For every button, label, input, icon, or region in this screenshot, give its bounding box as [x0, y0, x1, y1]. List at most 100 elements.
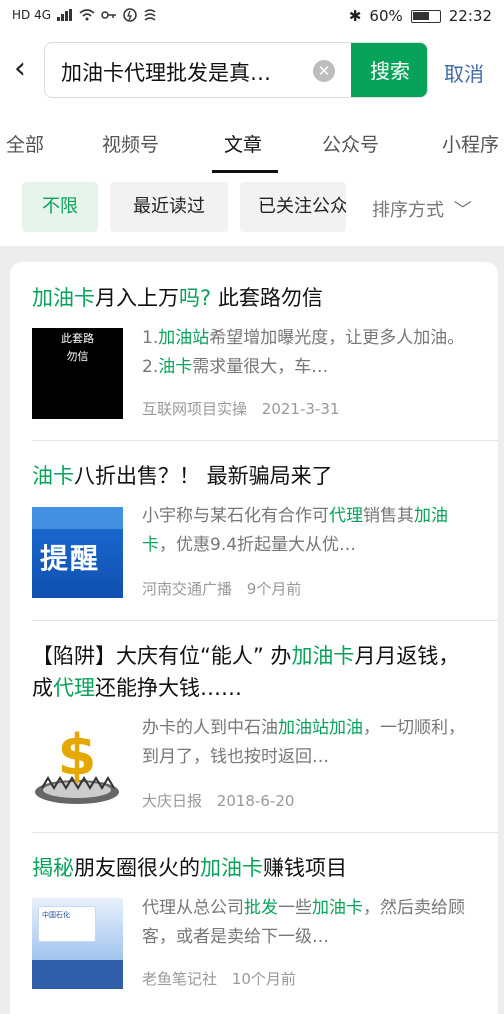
text-segment: 此套路勿信: [211, 286, 323, 310]
status-left-icons: HD 4G: [12, 8, 157, 22]
list-item[interactable]: 【陷阱】大庆有位“能人” 办加油卡月月返钱，成代理还能挣大钱…… $ 办卡的人到…: [10, 620, 498, 832]
vpn-icon: [123, 8, 137, 22]
article-excerpt: 办卡的人到中石油加油站加油，一切顺利，到月了，钱也按时返回…: [142, 714, 472, 772]
keyword-highlight: 加油卡: [291, 644, 355, 668]
article-date: 2018-6-20: [216, 792, 295, 810]
search-box[interactable]: 加油卡代理批发是真… ✕ 搜索: [44, 42, 428, 98]
article-excerpt: 代理从总公司批发一些加油卡，然后卖给顾客，或者是卖给下一级…: [142, 894, 472, 952]
article-meta: 互联网项目实操 2021-3-31: [142, 398, 339, 419]
thumbnail-caption: 此套路: [61, 332, 94, 345]
article-excerpt: 小宇称与某石化有合作可代理销售其加油卡，优惠9.4折起量大从优…: [142, 502, 472, 560]
list-item[interactable]: 油卡八折出售？！ 最新骗局来了 提醒 小宇称与某石化有合作可代理销售其加油卡，优…: [10, 440, 498, 620]
battery-percent: 60%: [369, 7, 403, 25]
keyword-highlight: 揭秘: [32, 856, 74, 880]
keyword-highlight: 加油站加油: [278, 718, 363, 738]
article-thumbnail: 提醒: [32, 507, 123, 598]
list-item[interactable]: 加油卡月入上万吗? 此套路勿信 此套路 勿信 1.加油站希望增加曝光度，让更多人…: [10, 262, 498, 440]
article-source[interactable]: 大庆日报: [142, 792, 202, 810]
category-tabs: 全部 视频号 文章 公众号 小程序: [0, 108, 504, 174]
text-segment: 还能挣大钱……: [95, 676, 242, 700]
text-segment: 月入上万: [95, 286, 179, 310]
active-tab-indicator: [212, 170, 278, 173]
article-meta: 河南交通广播 9个月前: [142, 578, 301, 599]
tab-video-channel[interactable]: 视频号: [102, 130, 159, 157]
text-segment: 朋友圈很火的: [74, 856, 200, 880]
list-item[interactable]: 揭秘朋友圈很火的加油卡赚钱项目 中国石化 代理从总公司批发一些加油卡，然后卖给顾…: [10, 832, 498, 1014]
article-title: 加油卡月入上万吗? 此套路勿信: [32, 282, 478, 314]
thumbnail-banner: [32, 507, 123, 529]
article-meta: 老鱼笔记社 10个月前: [142, 968, 296, 989]
key-icon: [101, 11, 117, 19]
keyword-highlight: 加油站: [158, 328, 210, 348]
text-segment: 小宇称与某石化有合作可: [142, 506, 329, 526]
tab-articles[interactable]: 文章: [224, 130, 262, 157]
cancel-button[interactable]: 取消: [444, 58, 484, 87]
back-icon[interactable]: ‹: [14, 54, 26, 84]
thumbnail-caption: 勿信: [66, 350, 89, 363]
keyword-highlight: 吗?: [179, 286, 212, 310]
dollar-trap-icon: $: [35, 723, 119, 804]
article-excerpt: 1.加油站希望增加曝光度，让更多人加油。2.油卡需求量很大，车…: [142, 324, 472, 382]
text-segment: 八折出售？！ 最新骗局来了: [74, 464, 333, 488]
keyword-highlight: 油卡: [32, 464, 74, 488]
svg-text:$: $: [58, 723, 97, 788]
thumbnail-caption: 中国石化: [42, 911, 70, 919]
keyword-highlight: 加油卡: [32, 286, 95, 310]
filter-chip-recently-read[interactable]: 最近读过: [110, 182, 228, 232]
article-thumbnail: $: [32, 718, 123, 809]
article-thumbnail: 中国石化: [32, 898, 123, 989]
wifi-icon: [79, 9, 95, 21]
text-segment: 赚钱项目: [263, 856, 347, 880]
article-title: 揭秘朋友圈很火的加油卡赚钱项目: [32, 852, 478, 884]
article-date: 10个月前: [231, 970, 296, 988]
clear-icon[interactable]: ✕: [313, 60, 335, 82]
article-title: 油卡八折出售？！ 最新骗局来了: [32, 460, 478, 492]
tab-official-accounts[interactable]: 公众号: [322, 130, 379, 157]
status-bar: HD 4G ✱ 60% 22:32: [0, 0, 504, 34]
chevron-down-icon: ﹀: [453, 200, 472, 221]
app-icon: [144, 9, 156, 21]
gas-station-graphic: [32, 960, 123, 989]
search-button[interactable]: 搜索: [351, 43, 427, 97]
signal-icon: [57, 9, 73, 21]
sort-label: 排序方式: [372, 200, 444, 221]
keyword-highlight: 加油卡: [312, 898, 363, 918]
fuel-card-graphic: 中国石化: [38, 906, 96, 942]
text-segment: 【陷阱】大庆有位“能人” 办: [32, 644, 292, 668]
results-list: 加油卡月入上万吗? 此套路勿信 此套路 勿信 1.加油站希望增加曝光度，让更多人…: [10, 262, 498, 1014]
search-input[interactable]: 加油卡代理批发是真…: [61, 57, 301, 87]
article-thumbnail: 此套路 勿信: [32, 328, 123, 419]
text-segment: 办卡的人到中石油: [142, 718, 278, 738]
text-segment: 1.: [142, 328, 159, 348]
article-source[interactable]: 河南交通广播: [142, 580, 232, 598]
article-title: 【陷阱】大庆有位“能人” 办加油卡月月返钱，成代理还能挣大钱……: [32, 640, 478, 704]
text-segment: ，优惠9.4折起量大从优…: [159, 535, 357, 555]
article-source[interactable]: 老鱼笔记社: [142, 970, 217, 988]
clock: 22:32: [448, 7, 492, 25]
keyword-highlight: 代理: [53, 676, 95, 700]
text-segment: 一些: [278, 898, 312, 918]
filter-chip-any[interactable]: 不限: [22, 182, 98, 232]
article-date: 2021-3-31: [261, 400, 340, 418]
battery-icon: [410, 9, 441, 23]
sort-dropdown[interactable]: 排序方式 ﹀: [372, 196, 472, 222]
bluetooth-icon: ✱: [348, 7, 362, 25]
article-source[interactable]: 互联网项目实操: [142, 400, 247, 418]
keyword-highlight: 批发: [244, 898, 278, 918]
text-segment: 代理从总公司: [142, 898, 244, 918]
text-segment: 需求量很大，车…: [192, 357, 329, 377]
filter-chip-followed[interactable]: 已关注公众号: [240, 182, 346, 232]
tab-all[interactable]: 全部: [6, 130, 44, 157]
article-meta: 大庆日报 2018-6-20: [142, 790, 294, 811]
status-right: ✱ 60% 22:32: [349, 7, 492, 25]
search-header: ‹ 加油卡代理批发是真… ✕ 搜索 取消: [0, 34, 504, 108]
keyword-highlight: 代理: [329, 506, 363, 526]
keyword-highlight: 加油卡: [200, 856, 263, 880]
thumbnail-caption: 提醒: [40, 542, 101, 575]
filter-bar: 不限 最近读过 已关注公众号 排序方式 ﹀: [0, 174, 504, 246]
keyword-highlight: 油卡: [158, 357, 193, 377]
article-date: 9个月前: [246, 580, 302, 598]
tab-mini-programs[interactable]: 小程序: [442, 130, 499, 157]
text-segment: 销售其: [363, 506, 414, 526]
network-indicator: HD 4G: [12, 8, 52, 22]
